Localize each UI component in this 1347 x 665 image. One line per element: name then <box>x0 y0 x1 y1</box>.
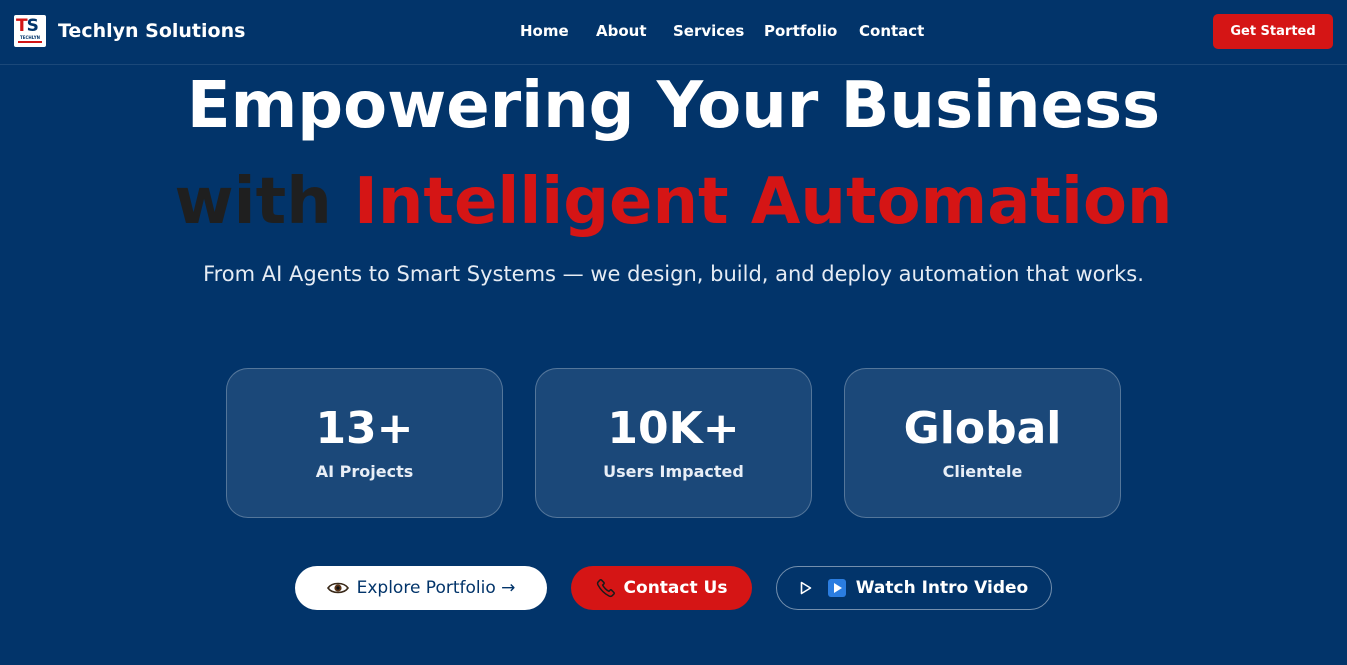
play-icon <box>827 579 846 597</box>
stat-label: AI Projects <box>315 462 414 481</box>
nav-link-home[interactable]: Home <box>520 22 596 40</box>
nav-link-services[interactable]: Services <box>673 22 764 40</box>
watch-intro-video-button[interactable]: Watch Intro Video <box>776 566 1052 610</box>
eye-icon <box>326 581 349 595</box>
headline-prefix: with <box>174 165 332 239</box>
stat-card-projects: 13+ AI Projects <box>226 368 503 518</box>
brand[interactable]: TS TECHLYN Techlyn Solutions <box>14 15 245 47</box>
stat-label: Clientele <box>942 462 1023 481</box>
headline-highlight: Intelligent Automation <box>354 165 1173 239</box>
nav-link-about[interactable]: About <box>596 22 673 40</box>
brand-name: Techlyn Solutions <box>58 20 246 42</box>
contact-us-label: Contact Us <box>623 578 728 598</box>
get-started-button[interactable]: Get Started <box>1213 14 1333 49</box>
logo-subtext: TECHLYN <box>20 35 40 40</box>
stat-value: Global <box>903 403 1062 454</box>
explore-portfolio-button[interactable]: Explore Portfolio → <box>295 566 547 610</box>
nav-link-portfolio[interactable]: Portfolio <box>764 22 859 40</box>
hero-headline-line1: Empowering Your Business <box>186 69 1161 143</box>
watch-intro-video-label: Watch Intro Video <box>855 578 1029 598</box>
main-nav: Home About Services Portfolio Contact <box>520 22 924 40</box>
stat-card-clientele: Global Clientele <box>844 368 1121 518</box>
hero-headline-line2: with Intelligent Automation <box>0 160 1347 244</box>
play-outline-icon <box>800 581 812 595</box>
explore-portfolio-label: Explore Portfolio → <box>356 578 516 598</box>
top-navbar: TS TECHLYN Techlyn Solutions Home About … <box>0 0 1347 65</box>
company-logo: TS TECHLYN <box>14 15 46 47</box>
stat-label: Users Impacted <box>603 462 744 481</box>
stat-value: 13+ <box>315 403 414 454</box>
stat-value: 10K+ <box>607 403 740 454</box>
hero-subtitle: From AI Agents to Smart Systems — we des… <box>203 262 1144 286</box>
phone-icon <box>596 578 616 598</box>
nav-link-contact[interactable]: Contact <box>859 22 924 40</box>
stat-card-users: 10K+ Users Impacted <box>535 368 812 518</box>
contact-us-button[interactable]: Contact Us <box>571 566 752 610</box>
